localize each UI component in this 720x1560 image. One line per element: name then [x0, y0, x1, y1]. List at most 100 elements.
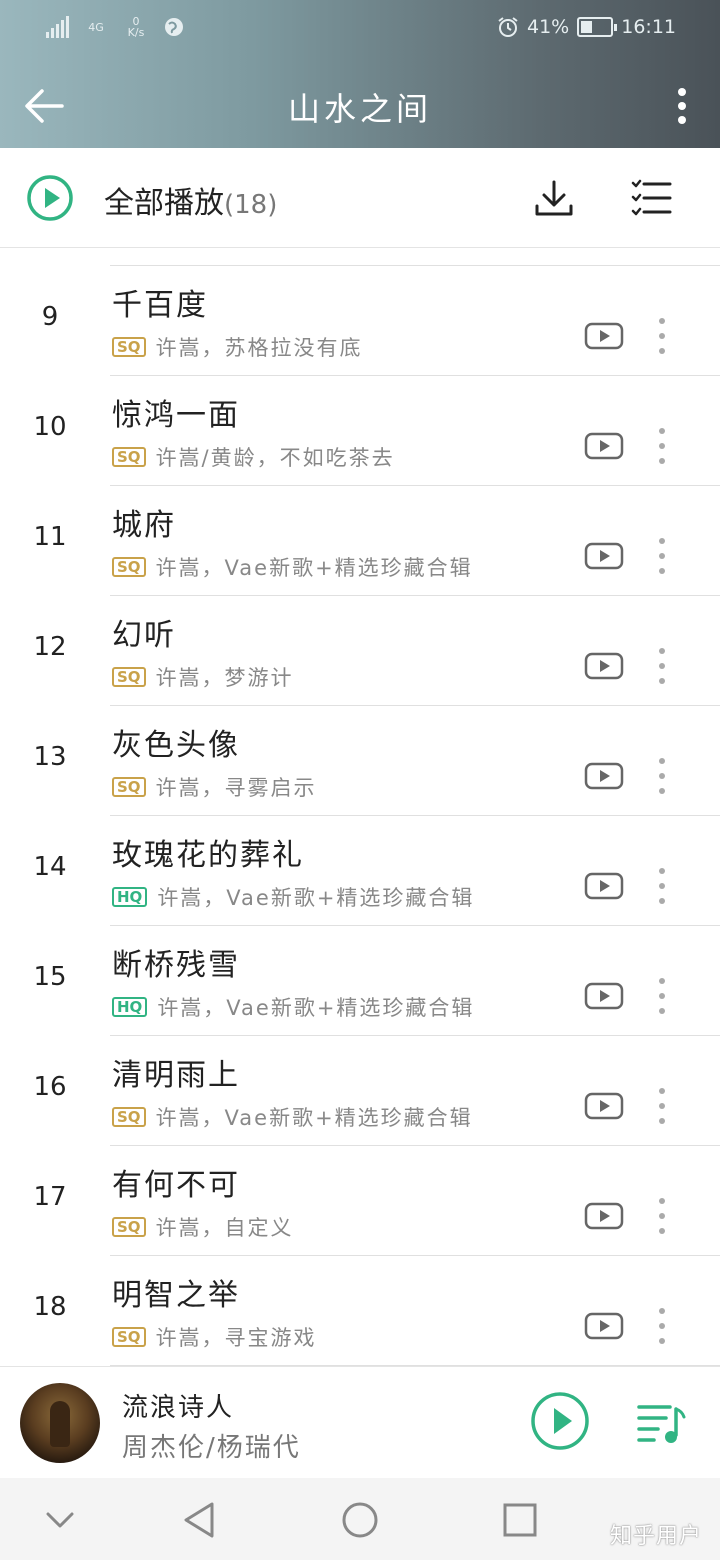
- song-more-icon[interactable]: [650, 1196, 674, 1236]
- mv-video-icon[interactable]: [584, 1312, 624, 1340]
- song-artist-album: 许嵩，Vae新歌+精选珍藏合辑: [155, 556, 473, 580]
- mv-video-icon[interactable]: [584, 1092, 624, 1120]
- song-row[interactable]: 17 有何不可 SQ 许嵩，自定义: [0, 1146, 720, 1256]
- song-more-icon[interactable]: [650, 866, 674, 906]
- song-row[interactable]: 12 幻听 SQ 许嵩，梦游计: [0, 596, 720, 706]
- square-recents-icon[interactable]: [498, 1498, 542, 1542]
- song-more-icon[interactable]: [650, 646, 674, 686]
- chevron-down-icon[interactable]: [38, 1498, 82, 1542]
- quality-badge: HQ: [112, 997, 148, 1017]
- song-more-icon[interactable]: [650, 756, 674, 796]
- song-meta: SQ 许嵩，寻宝游戏: [112, 1322, 317, 1352]
- more-options-icon[interactable]: [670, 84, 694, 128]
- mv-video-icon[interactable]: [584, 432, 624, 460]
- song-artist-album: 许嵩，苏格拉没有底: [155, 336, 363, 360]
- quality-badge: SQ: [112, 1327, 146, 1347]
- signal-icon: [46, 16, 69, 38]
- song-row[interactable]: 18 明智之举 SQ 许嵩，寻宝游戏: [0, 1256, 720, 1366]
- song-number: 12: [33, 632, 67, 662]
- song-number: 17: [33, 1182, 67, 1212]
- song-number: 9: [41, 302, 59, 332]
- mv-video-icon[interactable]: [584, 762, 624, 790]
- quality-badge: SQ: [112, 447, 146, 467]
- network-type: 4G: [88, 20, 104, 34]
- quality-badge: SQ: [112, 1217, 146, 1237]
- song-meta: SQ 许嵩，Vae新歌+精选珍藏合辑: [112, 1102, 473, 1132]
- song-artist-album: 许嵩，Vae新歌+精选珍藏合辑: [157, 886, 475, 910]
- playlist-queue-icon[interactable]: [636, 1401, 686, 1445]
- song-artist-album: 许嵩，Vae新歌+精选珍藏合辑: [157, 996, 475, 1020]
- song-artist-album: 许嵩，寻雾启示: [155, 776, 317, 800]
- song-row[interactable]: 9 千百度 SQ 许嵩，苏格拉没有底: [0, 266, 720, 376]
- mv-video-icon[interactable]: [584, 1202, 624, 1230]
- mv-video-icon[interactable]: [584, 652, 624, 680]
- mv-video-icon[interactable]: [584, 542, 624, 570]
- song-more-icon[interactable]: [650, 316, 674, 356]
- now-playing-title: 流浪诗人: [122, 1393, 235, 1423]
- mv-video-icon[interactable]: [584, 322, 624, 350]
- status-bar-left: 4G 0 K/s: [46, 16, 185, 38]
- song-meta: SQ 许嵩，自定义: [112, 1212, 294, 1242]
- multi-select-list-icon[interactable]: [630, 178, 672, 218]
- circle-home-icon[interactable]: [338, 1498, 382, 1542]
- quality-badge: SQ: [112, 1107, 146, 1127]
- song-meta: SQ 许嵩，寻雾启示: [112, 772, 317, 802]
- song-title: 千百度: [112, 288, 208, 323]
- song-row[interactable]: 14 玫瑰花的葬礼 HQ 许嵩，Vae新歌+精选珍藏合辑: [0, 816, 720, 926]
- quality-badge: SQ: [112, 557, 146, 577]
- play-circle-icon[interactable]: [26, 174, 74, 222]
- song-more-icon[interactable]: [650, 976, 674, 1016]
- mini-player[interactable]: 流浪诗人 周杰伦/杨瑞代: [0, 1366, 720, 1478]
- network-speed: 4G: [83, 22, 109, 33]
- song-meta: SQ 许嵩，Vae新歌+精选珍藏合辑: [112, 552, 473, 582]
- quality-badge: SQ: [112, 667, 146, 687]
- song-row[interactable]: 13 灰色头像 SQ 许嵩，寻雾启示: [0, 706, 720, 816]
- song-artist-album: 许嵩，梦游计: [155, 666, 294, 690]
- mv-video-icon[interactable]: [584, 982, 624, 1010]
- quality-badge: SQ: [112, 337, 146, 357]
- song-number: 14: [33, 852, 67, 882]
- watermark: 知乎用户: [609, 1524, 702, 1549]
- song-row[interactable]: 11 城府 SQ 许嵩，Vae新歌+精选珍藏合辑: [0, 486, 720, 596]
- triangle-back-icon[interactable]: [178, 1498, 222, 1542]
- now-playing-artist: 周杰伦/杨瑞代: [122, 1433, 301, 1463]
- song-artist-album: 许嵩，寻宝游戏: [155, 1326, 317, 1350]
- album-cover[interactable]: [20, 1383, 100, 1463]
- song-meta: SQ 许嵩，苏格拉没有底: [112, 332, 363, 362]
- song-meta: SQ 许嵩，梦游计: [112, 662, 294, 692]
- play-all-button[interactable]: 全部播放(18): [104, 178, 277, 222]
- song-row[interactable]: 15 断桥残雪 HQ 许嵩，Vae新歌+精选珍藏合辑: [0, 926, 720, 1036]
- song-number: 15: [33, 962, 67, 992]
- battery-fill: [581, 21, 593, 33]
- song-more-icon[interactable]: [650, 1086, 674, 1126]
- song-meta: HQ 许嵩，Vae新歌+精选珍藏合辑: [112, 882, 474, 912]
- song-more-icon[interactable]: [650, 1306, 674, 1346]
- page-title: 山水之间: [287, 90, 432, 128]
- quality-badge: HQ: [112, 887, 148, 907]
- speed-unit: K/s: [127, 26, 145, 39]
- song-title: 幻听: [112, 618, 176, 653]
- song-title: 惊鸿一面: [112, 398, 240, 433]
- battery-percent: 41%: [527, 16, 570, 38]
- song-number: 10: [33, 412, 67, 442]
- globe-icon: [165, 18, 183, 36]
- play-button-icon[interactable]: [530, 1391, 590, 1451]
- clock: 16:11: [621, 16, 676, 38]
- song-more-icon[interactable]: [650, 426, 674, 466]
- play-all-label: 全部播放: [104, 186, 224, 221]
- song-title: 清明雨上: [112, 1058, 240, 1093]
- song-more-icon[interactable]: [650, 536, 674, 576]
- song-row[interactable]: 16 清明雨上 SQ 许嵩，Vae新歌+精选珍藏合辑: [0, 1036, 720, 1146]
- song-title: 断桥残雪: [112, 948, 240, 983]
- speed-indicator: 0 K/s: [123, 16, 149, 38]
- song-row[interactable]: 10 惊鸿一面 SQ 许嵩/黄龄，不如吃茶去: [0, 376, 720, 486]
- mv-video-icon[interactable]: [584, 872, 624, 900]
- song-meta: SQ 许嵩/黄龄，不如吃茶去: [112, 442, 395, 472]
- song-artist-album: 许嵩，自定义: [155, 1216, 294, 1240]
- song-artist-album: 许嵩，Vae新歌+精选珍藏合辑: [155, 1106, 473, 1130]
- status-bar-right: 41% 16:11: [497, 16, 676, 38]
- song-artist-album: 许嵩/黄龄，不如吃茶去: [155, 446, 395, 470]
- song-title: 有何不可: [112, 1168, 240, 1203]
- song-title: 玫瑰花的葬礼: [112, 838, 304, 873]
- download-icon[interactable]: [534, 178, 574, 218]
